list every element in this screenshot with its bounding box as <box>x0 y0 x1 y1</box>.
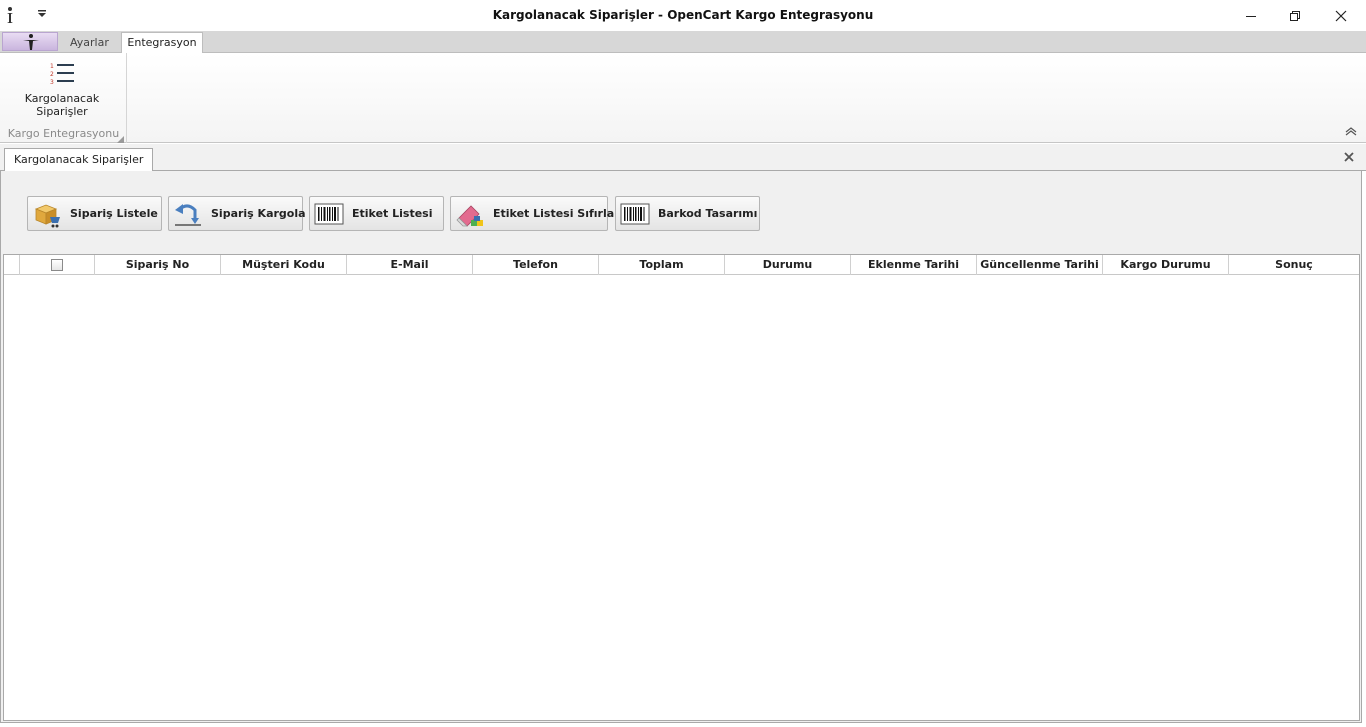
column-header-guncellenme-tarihi[interactable]: Güncellenme Tarihi <box>977 255 1103 275</box>
column-header-sonuc[interactable]: Sonuç <box>1229 255 1359 275</box>
minimize-button[interactable] <box>1228 0 1274 31</box>
group-launcher-icon[interactable] <box>117 133 124 143</box>
document-tab-strip: Kargolanacak Siparişler <box>0 144 1366 172</box>
close-document-icon[interactable] <box>1343 151 1355 163</box>
column-header-musteri-kodu[interactable]: Müşteri Kodu <box>221 255 347 275</box>
ribbon-tab-strip: Ayarlar Entegrasyon <box>0 31 1366 53</box>
document-content: Sipariş Listele Sipariş Kargola Etiket L… <box>0 171 1362 723</box>
tab-ayarlar[interactable]: Ayarlar <box>60 33 119 53</box>
window-title: Kargolanacak Siparişler - OpenCart Kargo… <box>492 8 874 22</box>
siparis-kargola-button[interactable]: Sipariş Kargola <box>168 196 306 231</box>
application-menu-button[interactable] <box>2 32 58 51</box>
svg-text:3: 3 <box>50 79 54 86</box>
restore-icon <box>1290 10 1300 21</box>
eraser-icon <box>455 200 485 228</box>
barcode-icon <box>314 200 344 228</box>
ribbon-group-label: Kargo Entegrasyonu <box>7 127 120 140</box>
select-all-header <box>20 255 95 275</box>
siparis-listele-label: Sipariş Listele <box>70 207 158 220</box>
column-header-eklenme-tarihi[interactable]: Eklenme Tarihi <box>851 255 977 275</box>
quick-access-dropdown-icon[interactable] <box>36 9 48 19</box>
barkod-tasarimi-button[interactable]: Barkod Tasarımı <box>615 196 760 231</box>
app-logo-icon <box>23 34 39 50</box>
numbered-list-icon: 1 2 3 <box>48 60 76 88</box>
close-icon <box>1335 10 1347 21</box>
app-icon[interactable] <box>4 6 16 24</box>
tab-entegrasyon[interactable]: Entegrasyon <box>121 32 203 53</box>
svg-text:1: 1 <box>50 63 54 70</box>
restore-button[interactable] <box>1272 0 1318 31</box>
barkod-tasarimi-label: Barkod Tasarımı <box>658 207 758 220</box>
column-header-telefon[interactable]: Telefon <box>473 255 599 275</box>
etiket-listesi-button[interactable]: Etiket Listesi <box>309 196 444 231</box>
grid-body[interactable] <box>4 276 1359 720</box>
barcode-icon <box>620 200 650 228</box>
minimize-icon <box>1246 15 1256 17</box>
svg-text:2: 2 <box>50 71 54 78</box>
ribbon-group-kargo-entegrasyonu: 1 2 3 Kargolanacak Siparişler Kargo Ente… <box>0 53 127 143</box>
row-indicator-header <box>4 255 20 275</box>
kargolanacak-siparisler-button[interactable]: 1 2 3 Kargolanacak Siparişler <box>14 57 110 123</box>
etiket-listesi-sifirla-button[interactable]: Etiket Listesi Sıfırla <box>450 196 614 231</box>
grid-header: Sipariş No Müşteri Kodu E-Mail Telefon T… <box>4 255 1359 275</box>
kargolanacak-siparisler-label: Kargolanacak Siparişler <box>24 92 100 118</box>
return-arrow-icon <box>173 200 203 228</box>
document-tab-kargolanacak-siparisler[interactable]: Kargolanacak Siparişler <box>4 148 154 172</box>
column-header-kargo-durumu[interactable]: Kargo Durumu <box>1103 255 1229 275</box>
title-bar: Kargolanacak Siparişler - OpenCart Kargo… <box>0 0 1366 31</box>
column-header-siparis-no[interactable]: Sipariş No <box>95 255 221 275</box>
etiket-listesi-label: Etiket Listesi <box>352 207 433 220</box>
select-all-checkbox[interactable] <box>51 259 63 271</box>
column-header-email[interactable]: E-Mail <box>347 255 473 275</box>
column-header-toplam[interactable]: Toplam <box>599 255 725 275</box>
orders-grid[interactable]: Sipariş No Müşteri Kodu E-Mail Telefon T… <box>3 254 1360 721</box>
siparis-listele-button[interactable]: Sipariş Listele <box>27 196 162 231</box>
etiket-listesi-sifirla-label: Etiket Listesi Sıfırla <box>493 207 615 220</box>
ribbon-collapse-icon[interactable] <box>1344 126 1358 136</box>
column-header-durumu[interactable]: Durumu <box>725 255 851 275</box>
close-window-button[interactable] <box>1318 0 1364 31</box>
box-cart-icon <box>32 200 62 228</box>
ribbon-panel: 1 2 3 Kargolanacak Siparişler Kargo Ente… <box>0 53 1366 143</box>
siparis-kargola-label: Sipariş Kargola <box>211 207 306 220</box>
